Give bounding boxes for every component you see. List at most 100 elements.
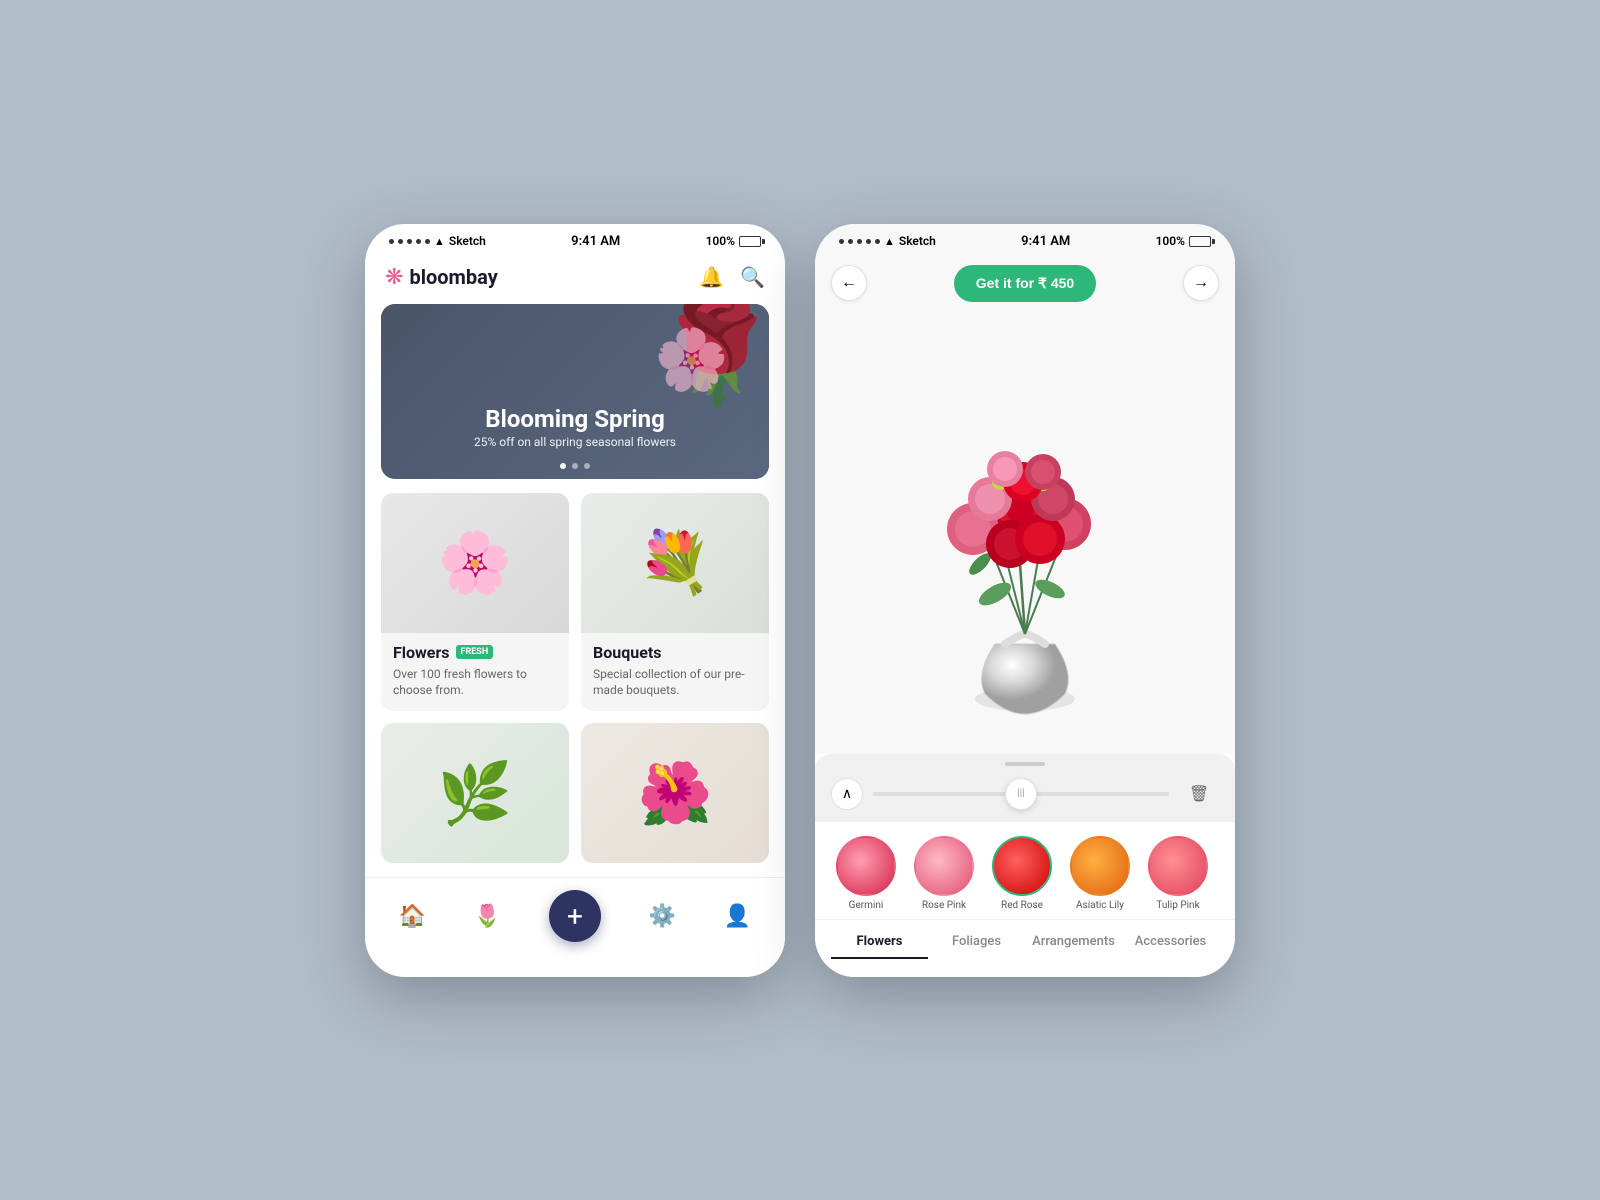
flower-icon: 🌷 bbox=[474, 904, 501, 929]
status-bar-1: ▲ Sketch 9:41 AM 100% bbox=[365, 224, 785, 255]
wifi-icon: ▲ bbox=[434, 235, 445, 248]
fresh-badge: FRESH bbox=[456, 645, 494, 659]
nav-profile[interactable]: 👤 bbox=[724, 904, 751, 929]
status-right-1: 100% bbox=[706, 234, 761, 248]
carrier-label: Sketch bbox=[449, 234, 486, 248]
flower-tulip-pink[interactable]: Tulip Pink bbox=[1143, 836, 1213, 911]
bouquets-image: 💐 bbox=[581, 493, 769, 633]
flowers-title-row: Flowers FRESH bbox=[393, 643, 557, 662]
signal-dot bbox=[425, 239, 430, 244]
quantity-slider[interactable]: ||| bbox=[873, 792, 1169, 796]
tab-foliages[interactable]: Foliages bbox=[928, 924, 1025, 959]
signal-dot bbox=[398, 239, 403, 244]
red-rose-label: Red Rose bbox=[1001, 900, 1043, 911]
signal-dot bbox=[866, 239, 871, 244]
flowers-info: Flowers FRESH Over 100 fresh flowers to … bbox=[381, 633, 569, 712]
signal-dot bbox=[839, 239, 844, 244]
promo-banner[interactable]: 🌹 🌸 Blooming Spring 25% off on all sprin… bbox=[381, 304, 769, 479]
exotic-image: 🌺 bbox=[581, 723, 769, 863]
nav-home[interactable]: 🏠 bbox=[399, 904, 426, 929]
category-flowers[interactable]: 🌸 Flowers FRESH Over 100 fresh flowers t… bbox=[381, 493, 569, 712]
notification-icon[interactable]: 🔔 bbox=[699, 265, 724, 289]
flowers-title: Flowers bbox=[393, 643, 450, 662]
status-right-2: 100% bbox=[1156, 234, 1211, 248]
screen2-phone: ▲ Sketch 9:41 AM 100% ← Get it for ₹ 450… bbox=[815, 224, 1235, 977]
battery-label-2: 100% bbox=[1156, 234, 1185, 248]
buy-button[interactable]: Get it for ₹ 450 bbox=[954, 265, 1096, 302]
drag-handle: ∧ ||| 🗑 bbox=[815, 754, 1235, 822]
categories-grid: 🌸 Flowers FRESH Over 100 fresh flowers t… bbox=[365, 479, 785, 878]
flower-selector: Germini Rose Pink Red Rose Asiatic Lily bbox=[815, 822, 1235, 977]
category-bouquets[interactable]: 💐 Bouquets Special collection of our pre… bbox=[581, 493, 769, 712]
carrier-label-2: Sketch bbox=[899, 234, 936, 248]
red-rose-circle bbox=[992, 836, 1052, 896]
flower-germini[interactable]: Germini bbox=[831, 836, 901, 911]
signal-dot bbox=[848, 239, 853, 244]
header-icons: 🔔 🔍 bbox=[699, 265, 765, 289]
banner-subtitle: 25% off on all spring seasonal flowers bbox=[381, 435, 769, 449]
profile-icon: 👤 bbox=[724, 904, 751, 929]
status-left-2: ▲ Sketch bbox=[839, 234, 936, 248]
dot-3[interactable] bbox=[584, 463, 590, 469]
add-button[interactable]: + bbox=[549, 890, 601, 942]
settings-icon: ⚙️ bbox=[649, 904, 676, 929]
slider-thumb[interactable]: ||| bbox=[1005, 778, 1037, 810]
nav-settings[interactable]: ⚙️ bbox=[649, 904, 676, 929]
tab-flowers[interactable]: Flowers bbox=[831, 924, 928, 959]
slider-row: ∧ ||| 🗑 bbox=[815, 774, 1235, 822]
time-label: 9:41 AM bbox=[571, 234, 620, 249]
flower-asiatic-lily[interactable]: Asiatic Lily bbox=[1065, 836, 1135, 911]
home-icon: 🏠 bbox=[399, 904, 426, 929]
delete-button[interactable]: 🗑 bbox=[1179, 774, 1219, 814]
signal-dot bbox=[389, 239, 394, 244]
add-icon: + bbox=[567, 900, 583, 933]
flowers-desc: Over 100 fresh flowers to choose from. bbox=[393, 666, 557, 700]
status-left-1: ▲ Sketch bbox=[389, 234, 486, 248]
status-bar-2: ▲ Sketch 9:41 AM 100% bbox=[815, 224, 1235, 255]
asiatic-circle bbox=[1070, 836, 1130, 896]
rose-pink-label: Rose Pink bbox=[922, 900, 966, 911]
flower-scroll-list: Germini Rose Pink Red Rose Asiatic Lily bbox=[815, 832, 1235, 919]
back-button[interactable]: ← bbox=[831, 265, 867, 301]
app-name: bloombay bbox=[409, 265, 497, 289]
tab-arrangements[interactable]: Arrangements bbox=[1025, 924, 1122, 959]
screen1-phone: ▲ Sketch 9:41 AM 100% ❋ bloombay 🔔 🔍 🌹 bbox=[365, 224, 785, 977]
bouquets-info: Bouquets Special collection of our pre-m… bbox=[581, 633, 769, 712]
flower-rose-pink[interactable]: Rose Pink bbox=[909, 836, 979, 911]
category-tabs: Flowers Foliages Arrangements Accessorie… bbox=[815, 919, 1235, 967]
banner-flower-2: 🌸 bbox=[654, 324, 729, 395]
product-top-bar: ← Get it for ₹ 450 → bbox=[815, 255, 1235, 314]
bottom-navigation: 🏠 🌷 + ⚙️ 👤 bbox=[365, 877, 785, 962]
tulip-circle bbox=[1148, 836, 1208, 896]
nav-flower[interactable]: 🌷 bbox=[474, 904, 501, 929]
tab-accessories[interactable]: Accessories bbox=[1122, 924, 1219, 959]
signal-dot bbox=[416, 239, 421, 244]
logo-area: ❋ bloombay bbox=[385, 265, 498, 290]
rose-pink-circle bbox=[914, 836, 974, 896]
tulip-label: Tulip Pink bbox=[1156, 900, 1199, 911]
chevron-up-icon: ∧ bbox=[842, 786, 852, 802]
germini-circle bbox=[836, 836, 896, 896]
flower-red-rose[interactable]: Red Rose bbox=[987, 836, 1057, 911]
time-label-2: 9:41 AM bbox=[1021, 234, 1070, 249]
dot-1[interactable] bbox=[560, 463, 566, 469]
trash-icon: 🗑 bbox=[1189, 784, 1209, 804]
category-exotic[interactable]: 🌺 bbox=[581, 723, 769, 863]
chevron-up-button[interactable]: ∧ bbox=[831, 778, 863, 810]
signal-dot bbox=[875, 239, 880, 244]
battery-icon bbox=[739, 236, 761, 247]
signal-dot bbox=[407, 239, 412, 244]
search-icon[interactable]: 🔍 bbox=[740, 265, 765, 289]
flowers-image: 🌸 bbox=[381, 493, 569, 633]
asiatic-label: Asiatic Lily bbox=[1076, 900, 1124, 911]
dot-2[interactable] bbox=[572, 463, 578, 469]
battery-icon-2 bbox=[1189, 236, 1211, 247]
forward-button[interactable]: → bbox=[1183, 265, 1219, 301]
app-header: ❋ bloombay 🔔 🔍 bbox=[365, 255, 785, 304]
slider-lines-icon: ||| bbox=[1017, 788, 1024, 799]
product-image-area bbox=[815, 314, 1235, 754]
category-mixed[interactable]: 🌿 bbox=[381, 723, 569, 863]
banner-content: Blooming Spring 25% off on all spring se… bbox=[381, 405, 769, 449]
bouquets-desc: Special collection of our pre-made bouqu… bbox=[593, 666, 757, 700]
mixed-image: 🌿 bbox=[381, 723, 569, 863]
